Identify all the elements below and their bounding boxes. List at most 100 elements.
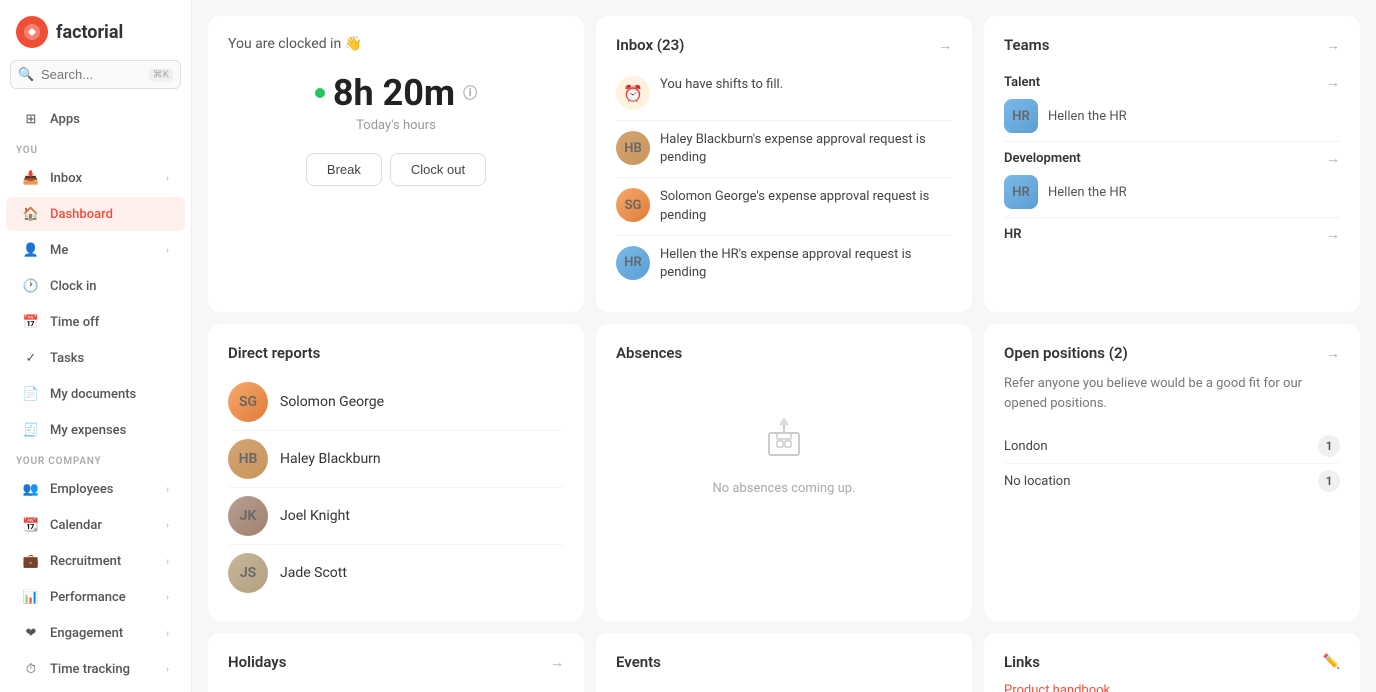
open-positions-card: Open positions (2) → Refer anyone you be…: [984, 324, 1360, 621]
chart-icon: 📊: [22, 588, 40, 606]
row-1: You are clocked in 👋 8h 20m ⓘ Today's ho…: [208, 16, 1360, 312]
sidebar-item-recruitment[interactable]: 💼 Recruitment ›: [6, 544, 185, 578]
events-card: Events 12: [596, 633, 972, 692]
positions-arrow[interactable]: →: [1326, 345, 1340, 362]
sidebar-item-employees[interactable]: 👥 Employees ›: [6, 472, 185, 506]
clock-actions: Break Clock out: [228, 153, 564, 186]
report-joel: JK Joel Knight: [228, 488, 564, 545]
sidebar-item-my-expenses[interactable]: 🧾 My expenses: [6, 413, 185, 447]
sidebar-item-label: Me: [50, 243, 68, 258]
absences-title: Absences: [616, 344, 682, 362]
hr-label: HR: [1004, 227, 1021, 242]
person-icon: 👤: [22, 241, 40, 259]
break-button[interactable]: Break: [306, 153, 382, 186]
report-name: Jade Scott: [280, 565, 347, 581]
clock2-icon: ⏱: [22, 660, 40, 678]
document-icon: 📄: [22, 385, 40, 403]
events-placeholder: 12: [616, 683, 952, 692]
people-icon: 👥: [22, 480, 40, 498]
chevron-down-icon: ›: [166, 592, 169, 603]
talent-section: Talent → HR Hellen the HR: [1004, 66, 1340, 142]
sidebar-item-label: Employees: [50, 482, 113, 497]
dashboard-icon: 🏠: [22, 205, 40, 223]
talent-hr-avatar: HR: [1004, 99, 1038, 133]
sidebar-item-dashboard[interactable]: 🏠 Dashboard: [6, 197, 185, 231]
hr-arrow[interactable]: →: [1326, 226, 1340, 243]
sidebar-item-clock-in[interactable]: 🕐 Clock in: [6, 269, 185, 303]
links-header: Links ✏️: [1004, 653, 1340, 671]
holidays-arrow[interactable]: →: [550, 654, 564, 671]
holidays-header: Holidays →: [228, 653, 564, 671]
edit-icon[interactable]: ✏️: [1323, 654, 1340, 670]
sidebar-item-time-tracking[interactable]: ⏱ Time tracking ›: [6, 652, 185, 686]
inbox-item-text: Hellen the HR's expense approval request…: [660, 246, 952, 282]
report-name: Haley Blackburn: [280, 451, 381, 467]
row-3: Holidays → Events: [208, 633, 1360, 692]
position-no-location: No location 1: [1004, 464, 1340, 498]
sidebar-item-engagement[interactable]: ❤ Engagement ›: [6, 616, 185, 650]
clockout-button[interactable]: Clock out: [390, 153, 486, 186]
sidebar-item-label: My expenses: [50, 423, 126, 438]
teams-card: Teams → Talent → HR Hellen the HR Develo…: [984, 16, 1360, 312]
clock-status: You are clocked in 👋: [228, 36, 564, 52]
inbox-arrow-link[interactable]: →: [938, 37, 952, 54]
sidebar-item-label: Calendar: [50, 518, 102, 533]
reports-header: Direct reports: [228, 344, 564, 362]
chevron-down-icon: ›: [166, 484, 169, 495]
sidebar-item-calendar[interactable]: 📆 Calendar ›: [6, 508, 185, 542]
clock-subtitle: Today's hours: [228, 118, 564, 133]
sidebar-item-label: Engagement: [50, 626, 123, 641]
joel-report-avatar: JK: [228, 496, 268, 536]
report-name: Joel Knight: [280, 508, 350, 524]
clock-status-text: You are clocked in 👋: [228, 36, 362, 52]
report-haley: HB Haley Blackburn: [228, 431, 564, 488]
sidebar-item-tasks[interactable]: ✓ Tasks: [6, 341, 185, 375]
sidebar-item-apps[interactable]: ⊞ Apps: [6, 102, 185, 136]
development-hr-name: Hellen the HR: [1048, 185, 1127, 200]
development-arrow[interactable]: →: [1326, 150, 1340, 167]
inbox-title: Inbox (23): [616, 36, 684, 54]
sidebar-item-label: Clock in: [50, 279, 97, 294]
row-2: Direct reports SG Solomon George HB Hale…: [208, 324, 1360, 621]
main-content: You are clocked in 👋 8h 20m ⓘ Today's ho…: [192, 0, 1376, 692]
talent-hr-row: HR Hellen the HR: [1004, 99, 1340, 133]
teams-arrow-link[interactable]: →: [1326, 37, 1340, 54]
chevron-down-icon: ›: [166, 245, 169, 256]
talent-arrow[interactable]: →: [1326, 74, 1340, 91]
chevron-down-icon: ›: [166, 556, 169, 567]
sidebar-item-my-documents[interactable]: 📄 My documents: [6, 377, 185, 411]
development-hr-row: HR Hellen the HR: [1004, 175, 1340, 209]
app-name: factorial: [56, 22, 123, 43]
events-title: Events: [616, 653, 661, 671]
absences-card: Absences No absences coming up.: [596, 324, 972, 621]
sidebar-item-inbox[interactable]: 📥 Inbox ›: [6, 161, 185, 195]
chevron-down-icon: ›: [166, 173, 169, 184]
inbox-item-shift: ⏰ You have shifts to fill.: [616, 66, 952, 121]
sidebar-item-me[interactable]: 👤 Me ›: [6, 233, 185, 267]
sidebar-item-time-off[interactable]: 📅 Time off: [6, 305, 185, 339]
sidebar-item-performance[interactable]: 📊 Performance ›: [6, 580, 185, 614]
logo-icon: [16, 16, 48, 48]
inbox-item-haley: HB Haley Blackburn's expense approval re…: [616, 121, 952, 178]
development-hr-avatar: HR: [1004, 175, 1038, 209]
inbox-item-text: You have shifts to fill.: [660, 76, 783, 94]
inbox-icon: 📥: [22, 169, 40, 187]
position-london-count: 1: [1318, 435, 1340, 457]
heart-icon: ❤: [22, 624, 40, 642]
sidebar-item-projects[interactable]: 📁 Projects: [6, 688, 185, 692]
building-icon: [759, 413, 809, 473]
development-section: Development → HR Hellen the HR: [1004, 142, 1340, 218]
haley-avatar: HB: [616, 131, 650, 165]
logo-area: factorial: [0, 0, 191, 60]
report-jade: JS Jade Scott: [228, 545, 564, 601]
hellen-avatar: HR: [616, 246, 650, 280]
sidebar-item-label: Inbox: [50, 171, 82, 186]
link-product-handbook[interactable]: Product handbook: [1004, 683, 1340, 692]
talent-label: Talent: [1004, 75, 1040, 90]
positions-description: Refer anyone you believe would be a good…: [1004, 374, 1340, 413]
inbox-card: Inbox (23) → ⏰ You have shifts to fill. …: [596, 16, 972, 312]
sidebar: factorial 🔍 ⌘K ⊞ Apps YOU 📥 Inbox › 🏠 Da…: [0, 0, 192, 692]
check-icon: ✓: [22, 349, 40, 367]
solomon-report-avatar: SG: [228, 382, 268, 422]
positions-title: Open positions (2): [1004, 344, 1128, 362]
